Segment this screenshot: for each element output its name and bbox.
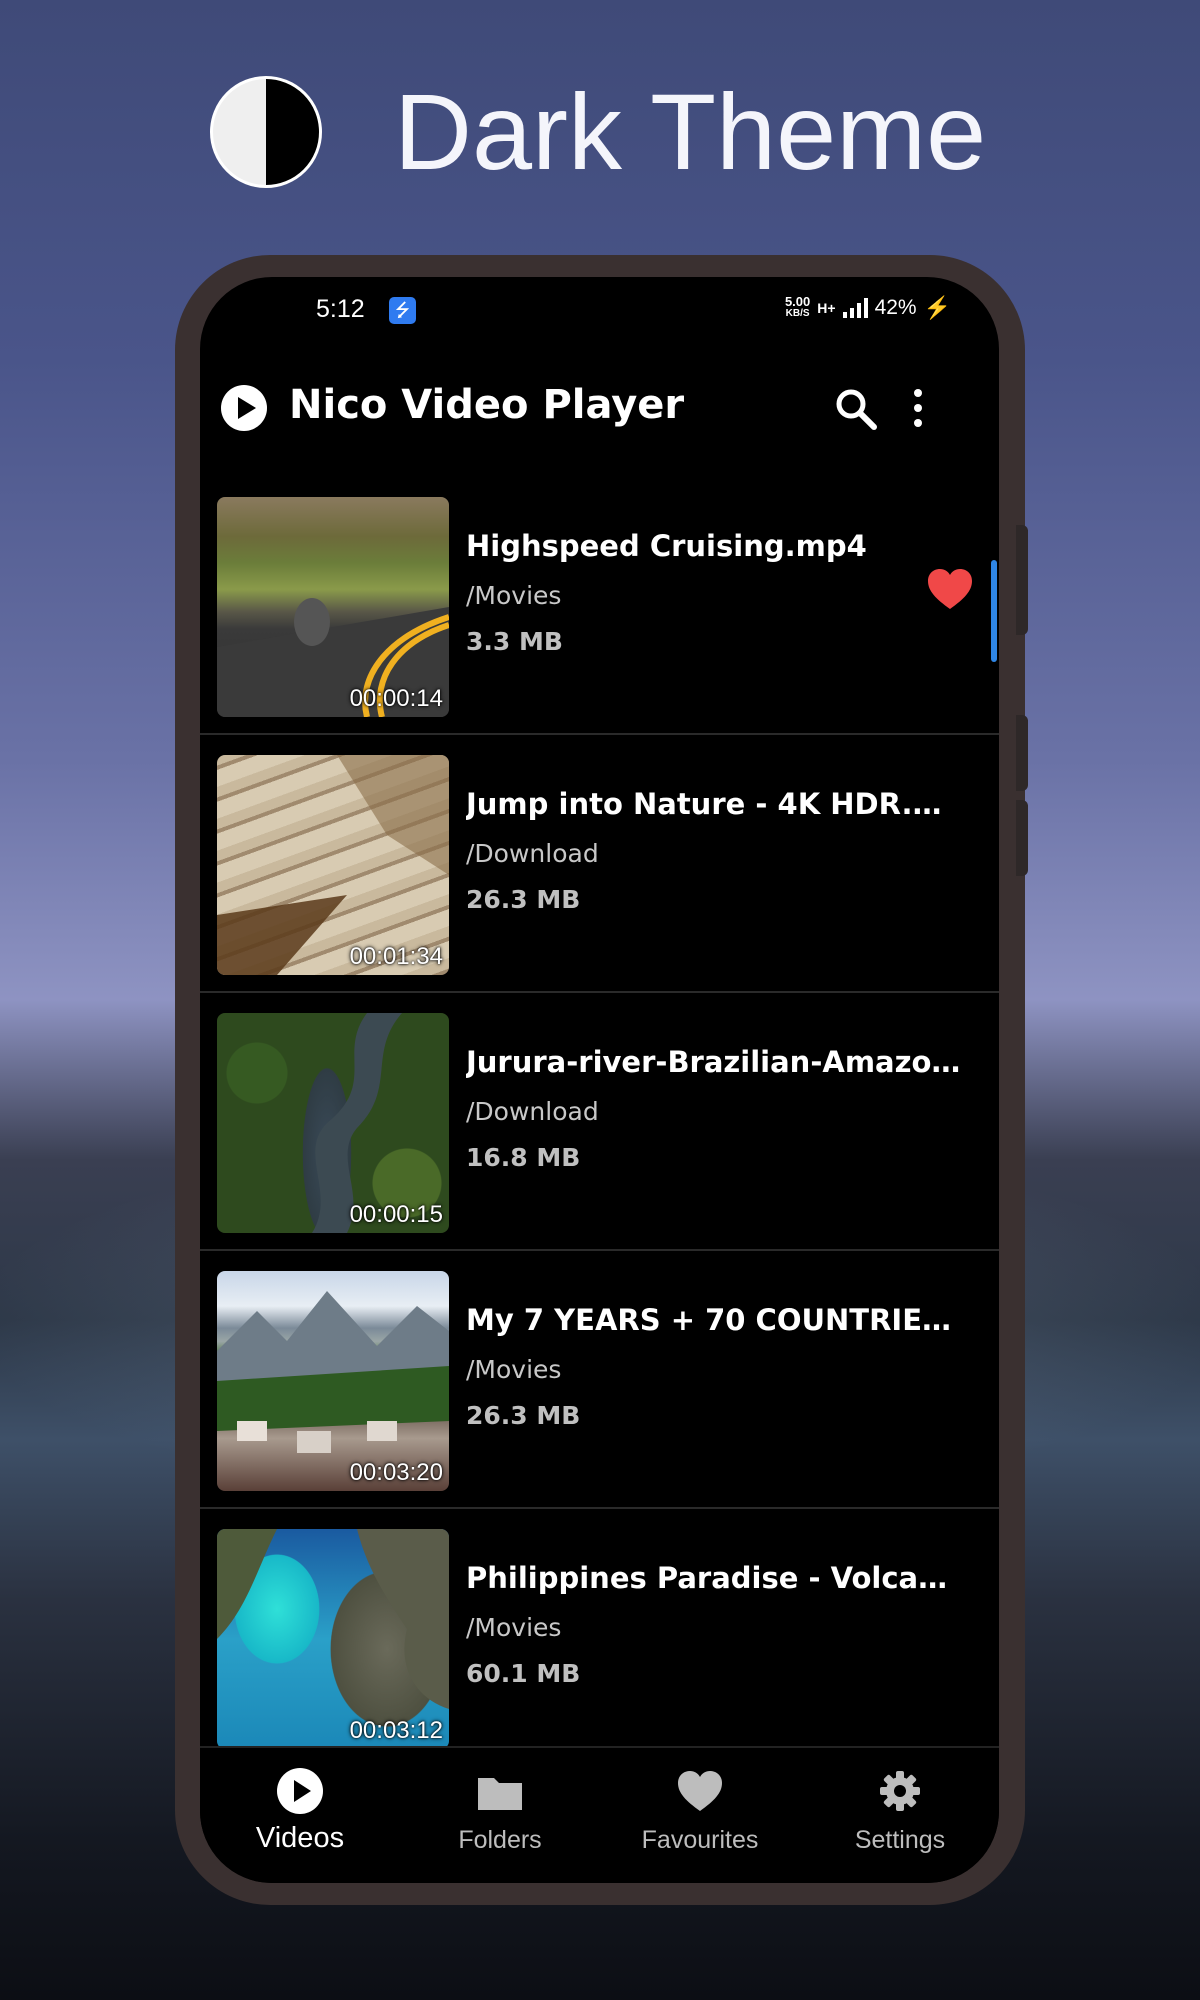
nav-item-folders[interactable]: Folders <box>400 1766 600 1855</box>
video-thumbnail[interactable]: 00:03:20 <box>217 1271 449 1491</box>
more-options-icon[interactable] <box>908 389 928 431</box>
road-thumbnail-art <box>217 598 449 717</box>
video-size: 60.1 MB <box>466 1659 581 1688</box>
heart-icon <box>678 1771 722 1811</box>
nav-label: Favourites <box>641 1826 759 1854</box>
video-title: Philippines Paradise - Volcanos a... <box>466 1561 966 1595</box>
video-duration: 00:01:34 <box>349 943 443 970</box>
river-thumbnail-art <box>312 1013 402 1233</box>
video-duration: 00:03:12 <box>349 1717 443 1744</box>
usb-notification-icon: ⭍ <box>389 297 416 324</box>
video-thumbnail[interactable]: 00:00:14 <box>217 497 449 717</box>
bottom-navigation: Videos Folders Favourites Settings <box>200 1746 999 1883</box>
video-title: My 7 YEARS + 70 COUNTRIES OF ... <box>466 1303 966 1337</box>
video-title: Highspeed Cruising.mp4 <box>466 529 867 563</box>
video-folder: /Movies <box>466 581 562 610</box>
folder-icon <box>478 1778 522 1810</box>
video-row[interactable]: 00:01:34 Jump into Nature - 4K HDR.mp4 /… <box>200 737 999 993</box>
status-indicators: 5.00 KB/S H+ 42% ⚡ <box>785 295 951 321</box>
status-bar: 5:12 ⭍ 5.00 KB/S H+ 42% ⚡ <box>200 277 999 367</box>
video-title: Jurura-river-Brazilian-Amazon-Fo... <box>466 1045 966 1079</box>
video-thumbnail[interactable]: 00:01:34 <box>217 755 449 975</box>
video-title: Jump into Nature - 4K HDR.mp4 <box>466 787 966 821</box>
video-duration: 00:00:15 <box>349 1201 443 1228</box>
power-button <box>1016 525 1028 635</box>
half-circle-theme-icon <box>210 76 322 188</box>
mountain-thumbnail-art <box>217 1291 449 1453</box>
promo-header: Dark Theme <box>0 70 1200 200</box>
gear-icon <box>880 1771 920 1811</box>
battery-level: 42% <box>874 296 917 319</box>
video-thumbnail[interactable]: 00:03:12 <box>217 1529 449 1749</box>
video-row[interactable]: 00:00:14 Highspeed Cruising.mp4 /Movies … <box>200 479 999 735</box>
video-size: 26.3 MB <box>466 1401 581 1430</box>
video-folder: /Movies <box>466 1613 562 1642</box>
status-time: 5:12 <box>316 295 365 323</box>
volume-up-button <box>1016 715 1028 791</box>
app-bar: Nico Video Player <box>200 377 999 457</box>
phone-frame: 5:12 ⭍ 5.00 KB/S H+ 42% ⚡ Nico Video Pla… <box>175 255 1028 1905</box>
video-thumbnail[interactable]: 00:00:15 <box>217 1013 449 1233</box>
video-size: 26.3 MB <box>466 885 581 914</box>
heart-icon[interactable] <box>926 567 974 611</box>
phone-screen: 5:12 ⭍ 5.00 KB/S H+ 42% ⚡ Nico Video Pla… <box>200 277 999 1883</box>
app-title: Nico Video Player <box>289 382 685 428</box>
scrollbar-thumb[interactable] <box>991 560 997 662</box>
nav-label: Videos <box>255 1822 345 1854</box>
network-speed-value: 5.00 <box>784 294 811 309</box>
promo-title: Dark Theme <box>394 71 987 192</box>
nav-label: Settings <box>854 1826 946 1854</box>
video-duration: 00:00:14 <box>349 685 443 712</box>
network-speed: 5.00 KB/S <box>784 294 811 320</box>
lagoon-thumbnail-art <box>217 1529 449 1709</box>
app-logo-icon <box>221 385 267 431</box>
nav-item-favourites[interactable]: Favourites <box>600 1766 800 1855</box>
network-type: H+ <box>817 300 836 316</box>
charging-icon: ⚡ <box>923 295 951 320</box>
nav-item-settings[interactable]: Settings <box>800 1766 999 1855</box>
video-folder: /Download <box>466 1097 599 1126</box>
cliff-thumbnail-art <box>217 755 449 975</box>
video-folder: /Movies <box>466 1355 562 1384</box>
signal-icon <box>842 298 868 318</box>
nav-item-videos[interactable]: Videos <box>200 1766 400 1855</box>
nav-label: Folders <box>458 1826 542 1854</box>
network-speed-unit: KB/S <box>785 308 810 319</box>
video-row[interactable]: 00:03:12 Philippines Paradise - Volcanos… <box>200 1511 999 1767</box>
video-row[interactable]: 00:03:20 My 7 YEARS + 70 COUNTRIES OF ..… <box>200 1253 999 1509</box>
video-list: 00:00:14 Highspeed Cruising.mp4 /Movies … <box>200 479 999 1769</box>
video-duration: 00:03:20 <box>349 1459 443 1486</box>
play-circle-icon <box>275 1766 325 1816</box>
video-folder: /Download <box>466 839 599 868</box>
video-row[interactable]: 00:00:15 Jurura-river-Brazilian-Amazon-F… <box>200 995 999 1251</box>
volume-down-button <box>1016 800 1028 876</box>
video-size: 16.8 MB <box>466 1143 581 1172</box>
search-icon[interactable] <box>834 387 878 431</box>
video-size: 3.3 MB <box>466 627 563 656</box>
